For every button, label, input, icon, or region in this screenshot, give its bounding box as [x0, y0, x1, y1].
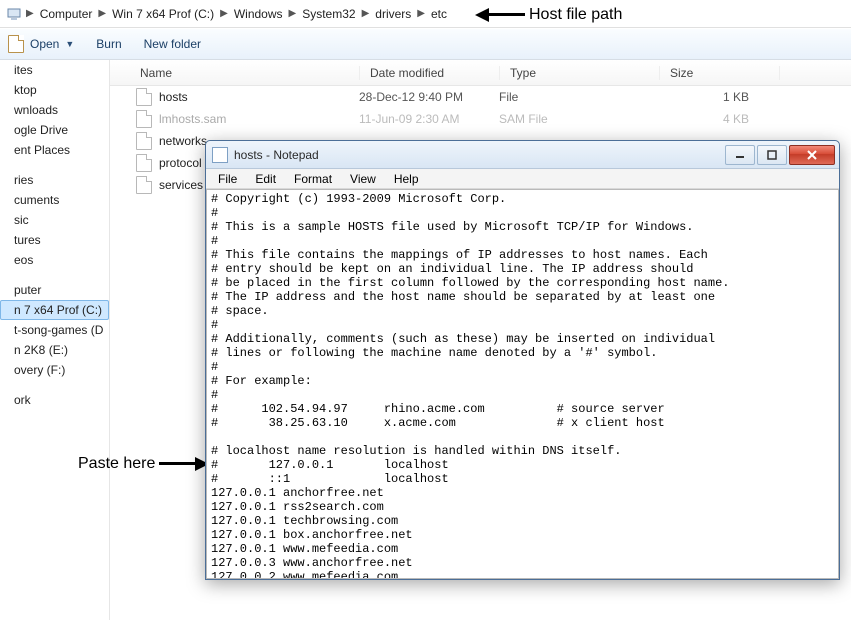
breadcrumb-item[interactable]: Win 7 x64 Prof (C:)	[110, 7, 216, 21]
chevron-right-icon: ▶	[216, 8, 232, 19]
file-icon	[136, 110, 152, 128]
breadcrumb-item[interactable]: System32	[300, 7, 357, 21]
burn-button[interactable]: Burn	[96, 37, 121, 51]
sidebar-item[interactable]: overy (F:)	[0, 360, 109, 380]
sidebar-item[interactable]: ktop	[0, 80, 109, 100]
menu-format[interactable]: Format	[286, 170, 340, 188]
file-size: 4 KB	[659, 112, 779, 126]
file-type: File	[499, 90, 659, 104]
menu-edit[interactable]: Edit	[247, 170, 284, 188]
sidebar-item[interactable]: ork	[0, 390, 109, 410]
file-icon	[136, 132, 152, 150]
breadcrumb-item[interactable]: etc	[429, 7, 449, 21]
breadcrumb-item[interactable]: drivers	[373, 7, 413, 21]
notepad-menubar: File Edit Format View Help	[206, 169, 839, 189]
maximize-button[interactable]	[757, 145, 787, 165]
column-headers: Name Date modified Type Size	[110, 60, 851, 86]
sidebar-item[interactable]: cuments	[0, 190, 109, 210]
sidebar-item[interactable]: sic	[0, 210, 109, 230]
table-row[interactable]: hosts 28-Dec-12 9:40 PM File 1 KB	[110, 86, 851, 108]
sidebar-item[interactable]: ogle Drive	[0, 120, 109, 140]
sidebar-item[interactable]: tures	[0, 230, 109, 250]
dropdown-caret-icon: ▼	[65, 39, 74, 49]
sidebar-item[interactable]: n 2K8 (E:)	[0, 340, 109, 360]
col-type[interactable]: Type	[500, 66, 660, 80]
table-row[interactable]: lmhosts.sam 11-Jun-09 2:30 AM SAM File 4…	[110, 108, 851, 130]
menu-help[interactable]: Help	[386, 170, 427, 188]
breadcrumb-item[interactable]: Computer	[38, 7, 95, 21]
sidebar-item[interactable]: t-song-games (D	[0, 320, 109, 340]
file-icon	[136, 154, 152, 172]
file-date: 11-Jun-09 2:30 AM	[359, 112, 499, 126]
col-name[interactable]: Name	[110, 66, 360, 80]
sidebar-item[interactable]: ites	[0, 60, 109, 80]
explorer-toolbar: Open ▼ Burn New folder	[0, 28, 851, 60]
breadcrumb: ▶ Computer ▶ Win 7 x64 Prof (C:) ▶ Windo…	[0, 0, 851, 28]
sidebar-item-selected[interactable]: n 7 x64 Prof (C:)	[0, 300, 109, 320]
minimize-button[interactable]	[725, 145, 755, 165]
chevron-right-icon: ▶	[285, 8, 301, 19]
sidebar-item[interactable]: puter	[0, 280, 109, 300]
breadcrumb-item[interactable]: Windows	[232, 7, 285, 21]
sidebar-item[interactable]: wnloads	[0, 100, 109, 120]
notepad-title: hosts - Notepad	[234, 148, 725, 162]
nav-sidebar: ites ktop wnloads ogle Drive ent Places …	[0, 60, 110, 620]
col-size[interactable]: Size	[660, 66, 780, 80]
sidebar-item[interactable]: eos	[0, 250, 109, 270]
file-name: lmhosts.sam	[159, 112, 359, 126]
sidebar-item[interactable]: ent Places	[0, 140, 109, 160]
file-type: SAM File	[499, 112, 659, 126]
menu-view[interactable]: View	[342, 170, 384, 188]
open-button[interactable]: Open ▼	[8, 35, 74, 53]
notepad-icon	[212, 147, 228, 163]
new-folder-button[interactable]: New folder	[144, 37, 201, 51]
chevron-right-icon: ▶	[94, 8, 110, 19]
notepad-textarea[interactable]: # Copyright (c) 1993-2009 Microsoft Corp…	[206, 189, 839, 579]
file-icon	[136, 176, 152, 194]
chevron-right-icon: ▶	[413, 8, 429, 19]
chevron-right-icon: ▶	[358, 8, 374, 19]
notepad-window: hosts - Notepad File Edit Format View He…	[205, 140, 840, 580]
file-size: 1 KB	[659, 90, 779, 104]
notepad-titlebar[interactable]: hosts - Notepad	[206, 141, 839, 169]
file-name: hosts	[159, 90, 359, 104]
open-label: Open	[30, 37, 59, 51]
menu-file[interactable]: File	[210, 170, 245, 188]
sidebar-item[interactable]: ries	[0, 170, 109, 190]
col-date[interactable]: Date modified	[360, 66, 500, 80]
close-button[interactable]	[789, 145, 835, 165]
file-icon	[136, 88, 152, 106]
file-icon	[8, 35, 24, 53]
file-date: 28-Dec-12 9:40 PM	[359, 90, 499, 104]
computer-icon	[6, 6, 22, 22]
chevron-right-icon: ▶	[22, 8, 38, 19]
